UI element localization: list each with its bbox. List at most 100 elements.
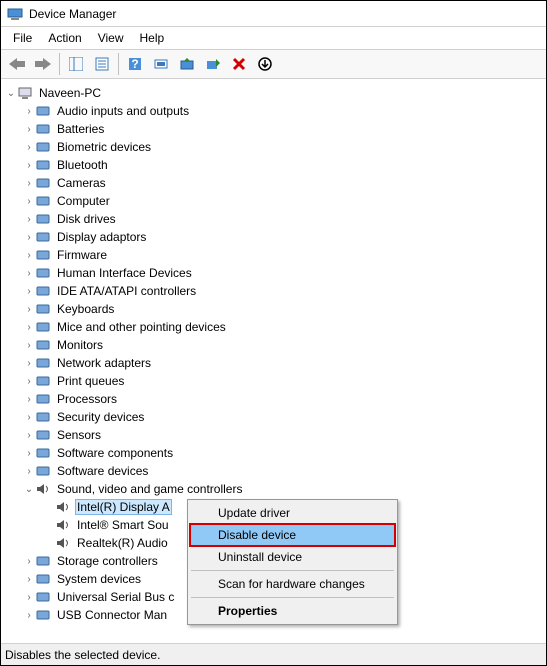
help-button[interactable]: ?	[123, 52, 147, 76]
category-label: Storage controllers	[55, 553, 160, 569]
tree-category[interactable]: › Mice and other pointing devices	[3, 318, 544, 336]
expand-icon[interactable]: ›	[23, 574, 35, 585]
device-icon	[35, 193, 51, 209]
tree-category[interactable]: ›Cameras	[3, 174, 544, 192]
expand-icon[interactable]: ›	[23, 268, 35, 279]
context-menu-item[interactable]: Uninstall device	[190, 546, 395, 568]
tree-category[interactable]: ›Print queues	[3, 372, 544, 390]
update-driver-button[interactable]	[175, 52, 199, 76]
menu-file[interactable]: File	[5, 29, 40, 47]
enable-device-button[interactable]	[201, 52, 225, 76]
tree-category[interactable]: › Biometric devices	[3, 138, 544, 156]
expand-icon[interactable]: ›	[23, 394, 35, 405]
device-icon	[35, 229, 51, 245]
uninstall-button[interactable]	[227, 52, 251, 76]
tree-category-sound[interactable]: ⌄ Sound, video and game controllers	[3, 480, 544, 498]
toolbar: ?	[1, 49, 546, 79]
device-icon	[35, 139, 51, 155]
expand-icon[interactable]: ›	[23, 214, 35, 225]
category-label: Batteries	[55, 121, 106, 137]
disable-device-button[interactable]	[253, 52, 277, 76]
expand-icon[interactable]: ›	[23, 196, 35, 207]
context-menu-label: Uninstall device	[218, 550, 302, 564]
tree-category[interactable]: › Processors	[3, 390, 544, 408]
expand-icon[interactable]: ›	[23, 358, 35, 369]
context-menu: Update driverDisable device Uninstall dev…	[187, 499, 398, 625]
category-label: Software components	[55, 445, 175, 461]
category-label: Sensors	[55, 427, 103, 443]
menu-action[interactable]: Action	[40, 29, 89, 47]
expand-icon[interactable]: ›	[23, 124, 35, 135]
expand-icon[interactable]: ›	[23, 610, 35, 621]
category-label: Disk drives	[55, 211, 118, 227]
device-icon	[35, 319, 51, 335]
expand-icon[interactable]: ›	[23, 160, 35, 171]
expand-icon[interactable]: ›	[23, 286, 35, 297]
show-hide-pane-button[interactable]	[64, 52, 88, 76]
tree-category[interactable]: ›Monitors	[3, 336, 544, 354]
tree-category[interactable]: › Sensors	[3, 426, 544, 444]
device-icon	[35, 553, 51, 569]
tree-category[interactable]: ›Audio inputs and outputs	[3, 102, 544, 120]
category-label: Firmware	[55, 247, 109, 263]
context-menu-item[interactable]: Properties	[190, 600, 395, 622]
tree-category[interactable]: › Firmware	[3, 246, 544, 264]
category-label: Mice and other pointing devices	[55, 319, 228, 335]
tree-category[interactable]: ›Network adapters	[3, 354, 544, 372]
expand-icon[interactable]: ›	[23, 430, 35, 441]
context-menu-item[interactable]: Update driver	[190, 502, 395, 524]
speaker-icon	[55, 499, 71, 515]
context-menu-item[interactable]: Scan for hardware changes	[190, 573, 395, 595]
collapse-icon[interactable]: ⌄	[23, 484, 35, 495]
device-icon	[35, 445, 51, 461]
expand-icon[interactable]: ›	[23, 178, 35, 189]
device-icon	[35, 589, 51, 605]
svg-text:?: ?	[131, 57, 138, 71]
forward-button[interactable]	[31, 52, 55, 76]
expand-icon[interactable]: ›	[23, 466, 35, 477]
tree-category[interactable]: ›Bluetooth	[3, 156, 544, 174]
expand-icon[interactable]: ›	[23, 232, 35, 243]
tree-category[interactable]: ›Security devices	[3, 408, 544, 426]
tree-category[interactable]: › Disk drives	[3, 210, 544, 228]
context-menu-item[interactable]: Disable device	[190, 524, 395, 546]
expand-icon[interactable]: ›	[23, 250, 35, 261]
category-label: Universal Serial Bus c	[55, 589, 176, 605]
device-label: Intel® Smart Sou	[75, 517, 171, 533]
tree-category[interactable]: ›Software devices	[3, 462, 544, 480]
statusbar: Disables the selected device.	[1, 643, 546, 665]
device-icon	[35, 175, 51, 191]
back-button[interactable]	[5, 52, 29, 76]
device-icon	[35, 373, 51, 389]
tree-category[interactable]: › Batteries	[3, 120, 544, 138]
expand-icon[interactable]: ›	[23, 322, 35, 333]
device-icon	[35, 121, 51, 137]
expand-icon[interactable]: ›	[23, 448, 35, 459]
expand-icon[interactable]: ›	[23, 106, 35, 117]
device-icon	[35, 355, 51, 371]
menu-view[interactable]: View	[90, 29, 132, 47]
speaker-icon	[35, 481, 51, 497]
collapse-icon[interactable]: ⌄	[5, 88, 17, 99]
expand-icon[interactable]: ›	[23, 304, 35, 315]
tree-root[interactable]: ⌄ Naveen-PC	[3, 84, 544, 102]
category-label: Processors	[55, 391, 119, 407]
tree-category[interactable]: ›Computer	[3, 192, 544, 210]
expand-icon[interactable]: ›	[23, 556, 35, 567]
properties-button[interactable]	[90, 52, 114, 76]
tree-category[interactable]: ›Display adaptors	[3, 228, 544, 246]
tree-category[interactable]: ›Human Interface Devices	[3, 264, 544, 282]
expand-icon[interactable]: ›	[23, 412, 35, 423]
expand-icon[interactable]: ›	[23, 340, 35, 351]
menu-help[interactable]: Help	[132, 29, 173, 47]
tree-category[interactable]: › Software components	[3, 444, 544, 462]
scan-hardware-button[interactable]	[149, 52, 173, 76]
tree-category[interactable]: › Keyboards	[3, 300, 544, 318]
category-label: Keyboards	[55, 301, 116, 317]
device-label: Intel(R) Display A	[75, 499, 172, 515]
expand-icon[interactable]: ›	[23, 142, 35, 153]
tree-category[interactable]: ›IDE ATA/ATAPI controllers	[3, 282, 544, 300]
expand-icon[interactable]: ›	[23, 592, 35, 603]
expand-icon[interactable]: ›	[23, 376, 35, 387]
category-label: Biometric devices	[55, 139, 153, 155]
